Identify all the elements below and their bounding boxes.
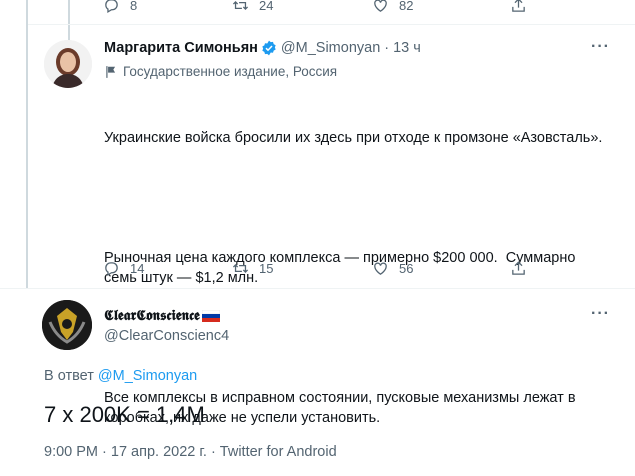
- state-media-label[interactable]: Государственное издание, Россия: [104, 64, 337, 79]
- reply-author-name[interactable]: 𝕮𝖑𝖊𝖆𝖗𝕮𝖔𝖓𝖘𝖈𝖎𝖊𝖓𝖈𝖊: [104, 307, 200, 324]
- reply-count: 14: [130, 261, 145, 276]
- tweet-paragraph-2: Рыночная цена каждого комплекса — пример…: [104, 250, 580, 286]
- share-icon: [512, 0, 525, 12]
- share-icon: [512, 261, 525, 275]
- thread-line-top: [68, 0, 70, 44]
- retweet-count: 15: [259, 261, 274, 276]
- replying-to: В ответ @M_Simonyan: [44, 368, 197, 384]
- author-handle[interactable]: @M_Simonyan: [281, 40, 380, 56]
- share-button[interactable]: [510, 260, 527, 277]
- tweet-meta[interactable]: 9:00 PM · 17 апр. 2022 г. · Twitter for …: [44, 444, 337, 460]
- emblem-icon: [42, 300, 92, 350]
- top-reply-count: 8: [130, 0, 138, 13]
- reply-text: 7 x 200K = 1,4M: [44, 402, 205, 427]
- reply-target-link[interactable]: @M_Simonyan: [98, 368, 197, 384]
- heart-icon: [374, 262, 387, 275]
- russia-flag-icon: [201, 309, 220, 322]
- profile-photo-icon: [44, 40, 92, 88]
- retweet-icon: [232, 264, 249, 273]
- top-share-button[interactable]: [510, 0, 527, 14]
- top-retweet-count: 24: [259, 0, 274, 13]
- header-separator: ·: [384, 40, 390, 56]
- reply-more-options-button[interactable]: ···: [591, 305, 610, 323]
- heart-icon: [374, 0, 387, 12]
- more-options-button[interactable]: ···: [591, 38, 610, 56]
- divider: [0, 288, 635, 289]
- top-retweet-button[interactable]: 24: [232, 0, 273, 14]
- like-count: 56: [399, 261, 414, 276]
- tweet-header: Маргарита Симоньян @M_Simonyan · 13 ч: [104, 40, 421, 56]
- tweet-time[interactable]: 13 ч: [393, 40, 421, 56]
- retweet-icon: [232, 1, 249, 10]
- top-like-button[interactable]: 82: [372, 0, 413, 14]
- flag-icon: [106, 65, 116, 78]
- reply-button[interactable]: 14: [103, 260, 144, 277]
- reply-avatar[interactable]: [42, 300, 92, 350]
- avatar[interactable]: [44, 40, 92, 88]
- reply-prefix: В ответ: [44, 368, 94, 384]
- state-media-label-text: Государственное издание, Россия: [123, 64, 338, 79]
- like-button[interactable]: 56: [372, 260, 413, 277]
- reply-icon: [105, 262, 118, 277]
- tweet-paragraph-1: Украинские войска бросили их здесь при о…: [104, 130, 603, 146]
- divider: [28, 24, 635, 25]
- top-like-count: 82: [399, 0, 414, 13]
- retweet-button[interactable]: 15: [232, 260, 273, 277]
- thread-line-left: [26, 0, 28, 288]
- reply-icon: [105, 0, 118, 14]
- verified-badge-icon: [262, 40, 276, 56]
- top-reply-button[interactable]: 8: [103, 0, 137, 14]
- reply-author-handle[interactable]: @ClearConscienc4: [104, 328, 229, 344]
- reply-header: 𝕮𝖑𝖊𝖆𝖗𝕮𝖔𝖓𝖘𝖈𝖎𝖊𝖓𝖈𝖊: [104, 307, 220, 324]
- tweet-text: Украинские войска бросили их здесь при о…: [104, 88, 604, 448]
- author-name[interactable]: Маргарита Симоньян: [104, 40, 258, 56]
